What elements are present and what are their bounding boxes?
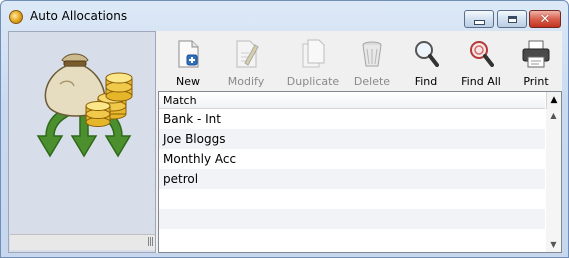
modify-document-icon [236,40,259,68]
empty-row [159,189,545,209]
minimize-button[interactable] [464,10,494,28]
list-item[interactable]: petrol [159,169,545,189]
vertical-scrollbar[interactable]: ▲ ▼ [546,109,561,252]
scroll-up-arrow[interactable]: ▲ [546,109,561,123]
allocations-list[interactable]: Match ▲ Bank - Int Joe Bloggs Monthly Ac… [158,91,562,253]
duplicate-button[interactable]: Duplicate [284,33,342,89]
maximize-button[interactable] [497,10,527,28]
list-rows: Bank - Int Joe Bloggs Monthly Acc petrol [159,109,545,249]
auto-allocations-window: Auto Allocations ✕ ||| New Modify Duplic… [0,0,569,258]
modify-label: Modify [227,75,265,88]
delete-label: Delete [353,75,391,88]
window-client-area: ||| New Modify Duplicate Delete Find Fin… [8,31,562,253]
new-document-icon [178,40,199,68]
duplicate-document-icon [302,39,325,68]
left-panel-statusbar: ||| [10,234,155,250]
list-item[interactable]: Monthly Acc [159,149,545,169]
maximize-icon [507,15,517,23]
magnifier-icon [415,41,439,67]
empty-row [159,229,545,249]
print-label: Print [523,75,549,88]
close-button[interactable]: ✕ [529,10,561,28]
new-button[interactable]: New [170,33,206,89]
column-header-label: Match [163,94,197,107]
new-label: New [176,75,200,88]
list-item[interactable]: Bank - Int [159,109,545,129]
scroll-down-arrow[interactable]: ▼ [546,238,561,252]
title-bar[interactable]: Auto Allocations ✕ [1,1,568,31]
window-title: Auto Allocations [30,9,128,23]
column-header-match[interactable]: Match [159,92,545,109]
money-bag-allocation-icon [36,53,133,158]
find-all-label: Find All [461,75,501,88]
list-item[interactable]: Joe Bloggs [159,129,545,149]
find-label: Find [414,75,438,88]
left-panel: ||| [8,31,156,253]
find-all-magnifier-icon [470,41,494,67]
find-button[interactable]: Find [410,33,442,89]
resize-grip[interactable]: ||| [147,237,154,247]
printer-icon [522,40,550,68]
find-all-button[interactable]: Find All [460,33,502,89]
app-coin-icon [9,10,23,24]
sort-button[interactable]: ▲ [546,92,561,109]
minimize-icon [473,19,485,25]
close-icon: ✕ [539,11,551,27]
recycle-bin-icon [362,41,382,67]
empty-row [159,209,545,229]
toolbar: New Modify Duplicate Delete Find Find Al… [156,31,562,91]
modify-button[interactable]: Modify [224,33,268,89]
print-button[interactable]: Print [518,33,554,89]
delete-button[interactable]: Delete [352,33,392,89]
duplicate-label: Duplicate [286,75,340,88]
